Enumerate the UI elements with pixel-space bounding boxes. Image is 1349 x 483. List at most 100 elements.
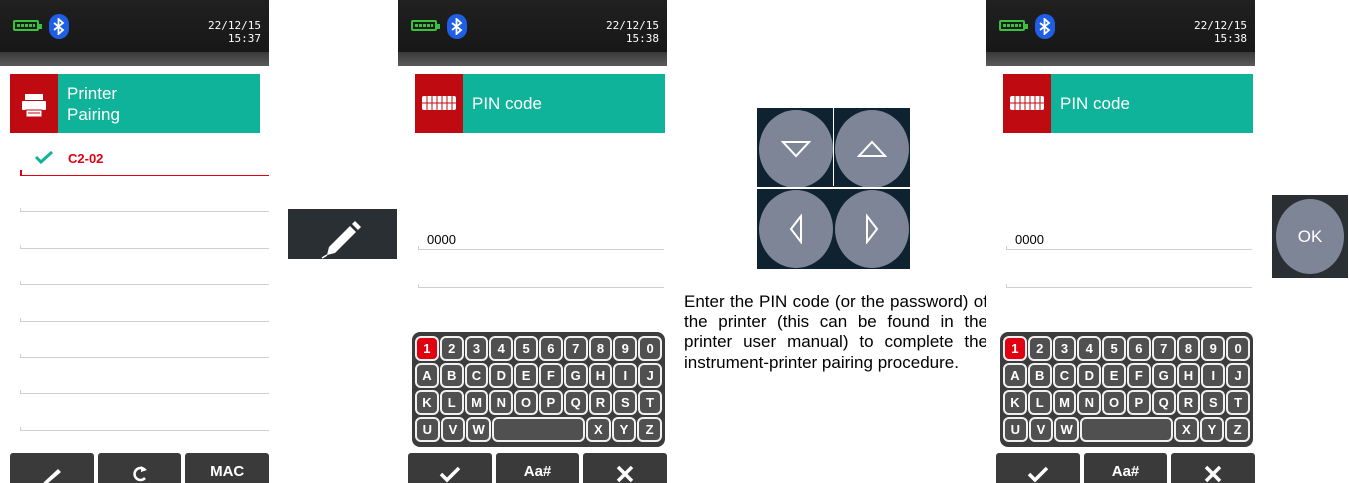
key-4[interactable]: 4 bbox=[1077, 336, 1102, 361]
list-item[interactable] bbox=[20, 285, 269, 322]
key-6[interactable]: 6 bbox=[538, 336, 563, 361]
list-item[interactable] bbox=[20, 358, 269, 395]
key-n[interactable]: N bbox=[489, 390, 514, 415]
key-z[interactable]: Z bbox=[637, 417, 662, 442]
key-l[interactable]: L bbox=[439, 390, 464, 415]
refresh-button[interactable] bbox=[97, 453, 182, 483]
key-u[interactable]: U bbox=[1003, 417, 1028, 442]
left-arrow-button[interactable] bbox=[759, 190, 833, 268]
key-r[interactable]: R bbox=[1176, 390, 1201, 415]
key-d[interactable]: D bbox=[489, 363, 514, 388]
key-2[interactable]: 2 bbox=[1027, 336, 1052, 361]
confirm-button[interactable] bbox=[996, 453, 1080, 483]
key-h[interactable]: H bbox=[1176, 363, 1201, 388]
space-key[interactable] bbox=[1080, 417, 1173, 442]
space-key[interactable] bbox=[492, 417, 585, 442]
key-c[interactable]: C bbox=[464, 363, 489, 388]
cancel-button[interactable] bbox=[1171, 453, 1255, 483]
key-f[interactable]: F bbox=[538, 363, 563, 388]
key-a[interactable]: A bbox=[415, 363, 439, 388]
key-b[interactable]: B bbox=[439, 363, 464, 388]
pin-value[interactable]: 0000 bbox=[1015, 232, 1044, 247]
key-q[interactable]: Q bbox=[563, 390, 588, 415]
key-3[interactable]: 3 bbox=[464, 336, 489, 361]
edit-key-button[interactable] bbox=[288, 209, 397, 259]
key-0[interactable]: 0 bbox=[1226, 336, 1250, 361]
key-v[interactable]: V bbox=[1028, 417, 1054, 442]
right-arrow-button[interactable] bbox=[835, 190, 909, 268]
edit-button[interactable] bbox=[10, 453, 94, 483]
list-item[interactable] bbox=[20, 249, 269, 286]
key-9[interactable]: 9 bbox=[613, 336, 638, 361]
key-x[interactable]: X bbox=[1173, 417, 1199, 442]
confirm-button[interactable] bbox=[408, 453, 492, 483]
key-f[interactable]: F bbox=[1126, 363, 1151, 388]
key-m[interactable]: M bbox=[1052, 390, 1077, 415]
key-m[interactable]: M bbox=[464, 390, 489, 415]
key-i[interactable]: I bbox=[613, 363, 638, 388]
key-g[interactable]: G bbox=[563, 363, 588, 388]
list-item[interactable] bbox=[20, 322, 269, 358]
key-3[interactable]: 3 bbox=[1052, 336, 1077, 361]
key-n[interactable]: N bbox=[1077, 390, 1102, 415]
key-g[interactable]: G bbox=[1151, 363, 1176, 388]
key-x[interactable]: X bbox=[585, 417, 611, 442]
up-arrow-button[interactable] bbox=[835, 110, 909, 188]
key-o[interactable]: O bbox=[1102, 390, 1126, 415]
key-5[interactable]: 5 bbox=[1102, 336, 1126, 361]
case-toggle-button[interactable]: Aa# bbox=[1083, 453, 1168, 483]
key-7[interactable]: 7 bbox=[563, 336, 588, 361]
key-r[interactable]: R bbox=[588, 390, 613, 415]
key-5[interactable]: 5 bbox=[514, 336, 538, 361]
key-i[interactable]: I bbox=[1201, 363, 1226, 388]
key-7[interactable]: 7 bbox=[1151, 336, 1176, 361]
key-d[interactable]: D bbox=[1077, 363, 1102, 388]
key-k[interactable]: K bbox=[1003, 390, 1027, 415]
key-e[interactable]: E bbox=[514, 363, 538, 388]
key-h[interactable]: H bbox=[588, 363, 613, 388]
case-toggle-button[interactable]: Aa# bbox=[495, 453, 580, 483]
key-j[interactable]: J bbox=[1226, 363, 1250, 388]
key-4[interactable]: 4 bbox=[489, 336, 514, 361]
key-u[interactable]: U bbox=[415, 417, 440, 442]
key-p[interactable]: P bbox=[538, 390, 563, 415]
key-j[interactable]: J bbox=[638, 363, 662, 388]
list-item[interactable]: C2-02 bbox=[20, 140, 269, 176]
key-q[interactable]: Q bbox=[1151, 390, 1176, 415]
down-arrow-button[interactable] bbox=[759, 110, 833, 188]
list-item[interactable] bbox=[20, 394, 269, 431]
key-k[interactable]: K bbox=[415, 390, 439, 415]
key-t[interactable]: T bbox=[1226, 390, 1250, 415]
key-z[interactable]: Z bbox=[1225, 417, 1250, 442]
key-t[interactable]: T bbox=[638, 390, 662, 415]
key-9[interactable]: 9 bbox=[1201, 336, 1226, 361]
key-1[interactable]: 1 bbox=[1003, 336, 1027, 361]
title-line-1: Printer bbox=[67, 83, 118, 103]
ok-button[interactable]: OK bbox=[1276, 199, 1344, 274]
key-0[interactable]: 0 bbox=[638, 336, 662, 361]
key-c[interactable]: C bbox=[1052, 363, 1077, 388]
key-w[interactable]: W bbox=[1054, 417, 1080, 442]
cancel-button[interactable] bbox=[583, 453, 667, 483]
key-6[interactable]: 6 bbox=[1126, 336, 1151, 361]
key-8[interactable]: 8 bbox=[1176, 336, 1201, 361]
key-b[interactable]: B bbox=[1027, 363, 1052, 388]
key-1[interactable]: 1 bbox=[415, 336, 439, 361]
key-o[interactable]: O bbox=[514, 390, 538, 415]
key-v[interactable]: V bbox=[440, 417, 466, 442]
list-item[interactable] bbox=[20, 212, 269, 249]
pin-value[interactable]: 0000 bbox=[427, 232, 456, 247]
key-y[interactable]: Y bbox=[1199, 417, 1225, 442]
list-item[interactable] bbox=[20, 176, 269, 213]
key-8[interactable]: 8 bbox=[588, 336, 613, 361]
key-e[interactable]: E bbox=[1102, 363, 1126, 388]
key-y[interactable]: Y bbox=[611, 417, 637, 442]
mac-button[interactable]: MAC bbox=[185, 453, 269, 483]
key-l[interactable]: L bbox=[1027, 390, 1052, 415]
key-p[interactable]: P bbox=[1126, 390, 1151, 415]
key-s[interactable]: S bbox=[1201, 390, 1226, 415]
key-s[interactable]: S bbox=[613, 390, 638, 415]
key-a[interactable]: A bbox=[1003, 363, 1027, 388]
key-w[interactable]: W bbox=[466, 417, 492, 442]
key-2[interactable]: 2 bbox=[439, 336, 464, 361]
